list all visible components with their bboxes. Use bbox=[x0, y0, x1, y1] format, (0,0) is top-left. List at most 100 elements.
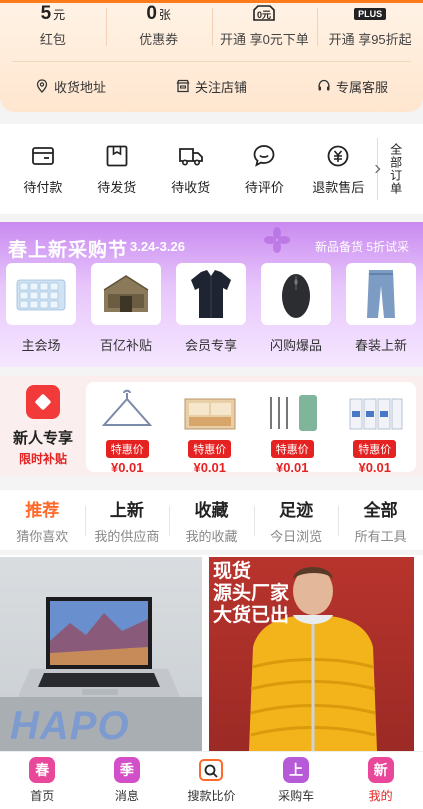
order-status-bar: 待付款 待发货 待收货 待评价 退款售后 全部订单 bbox=[0, 124, 423, 214]
zero-yuan-label: 开通 享0元下单 bbox=[219, 32, 309, 47]
headset-icon bbox=[318, 79, 330, 91]
deal-tag: 特惠价 bbox=[353, 440, 397, 458]
tab-all-tools[interactable]: 全部 所有工具 bbox=[338, 490, 423, 550]
tab-subtitle: 我的收藏 bbox=[185, 528, 238, 544]
product-thumbnail bbox=[175, 388, 245, 438]
promo-item-label: 春装上新 bbox=[354, 338, 407, 353]
location-icon bbox=[36, 79, 48, 93]
order-refund-aftersales[interactable]: 退款售后 bbox=[301, 124, 375, 214]
customer-service-label: 专属客服 bbox=[335, 79, 388, 95]
comment-icon bbox=[253, 144, 275, 167]
tab-title: 全部 bbox=[363, 500, 398, 520]
tab-subtitle: 我的供应商 bbox=[94, 528, 160, 544]
nav-home[interactable]: 春 首页 bbox=[0, 752, 85, 809]
promo-item-label: 百亿补贴 bbox=[99, 338, 152, 353]
promo-item-member[interactable]: 会员专享 bbox=[176, 263, 246, 354]
divider bbox=[12, 61, 411, 62]
flower-icon bbox=[264, 227, 290, 253]
nav-profile[interactable]: 新 我的 bbox=[338, 752, 423, 809]
home-icon: 春 bbox=[29, 757, 56, 783]
nav-messages[interactable]: 季 消息 bbox=[85, 752, 170, 809]
tab-new-arrivals[interactable]: 上新 我的供应商 bbox=[84, 490, 170, 550]
tab-subtitle: 今日浏览 bbox=[270, 528, 323, 544]
deal-tag: 特惠价 bbox=[188, 440, 232, 458]
new-user-title: 新人专享 bbox=[12, 430, 73, 447]
new-user-deals: 特惠价 ¥0.01 特惠价 ¥0.01 特惠价 ¥0.01 特惠价 ¥0.01 bbox=[86, 382, 416, 475]
all-orders-label: 全部订单 bbox=[388, 143, 403, 195]
deal-price: ¥0.01 bbox=[110, 460, 144, 475]
promo-item-subsidy[interactable]: 百亿补贴 bbox=[91, 263, 161, 354]
nav-cart[interactable]: 上 采购车 bbox=[254, 752, 339, 809]
promo-item-flash-sale[interactable]: 闪购爆品 bbox=[261, 263, 331, 354]
zero-yuan-badge-icon: 0元 bbox=[250, 3, 278, 25]
coupons-unit: 张 bbox=[158, 8, 171, 22]
deal-item[interactable]: 特惠价 ¥0.01 bbox=[91, 388, 163, 475]
order-pending-payment-label: 待付款 bbox=[23, 179, 63, 195]
product-thumbnail bbox=[91, 263, 161, 325]
stat-zero-yuan-order[interactable]: 0元 开通 享0元下单 bbox=[211, 0, 318, 56]
truck-icon bbox=[178, 147, 203, 165]
store-icon bbox=[176, 79, 190, 93]
address-link[interactable]: 收货地址 bbox=[0, 68, 141, 104]
nav-label: 消息 bbox=[114, 789, 139, 803]
jacket-overlay-text: 现货 源头厂家 大货已出 bbox=[213, 561, 289, 627]
product-thumbnail bbox=[340, 388, 410, 438]
tab-title: 推荐 bbox=[25, 500, 60, 520]
nav-label: 搜款比价 bbox=[187, 789, 236, 803]
product-thumbnail bbox=[176, 263, 246, 325]
plus-label: 开通 享95折起 bbox=[328, 32, 412, 47]
profile-icon: 新 bbox=[367, 757, 394, 783]
wallet-icon bbox=[32, 146, 54, 165]
tab-subtitle: 猜你喜欢 bbox=[16, 528, 69, 544]
product-card-laptop[interactable]: HAPO bbox=[0, 557, 202, 751]
all-orders-link[interactable]: 全部订单 bbox=[371, 124, 417, 214]
promo-item-main-venue[interactable]: 主会场 bbox=[6, 263, 76, 354]
spring-promo-banner[interactable]: 春上新采购节 3.24-3.26 新品备货 5折试采 主会场 百亿补贴 会员专享… bbox=[0, 222, 423, 367]
camera-search-icon bbox=[198, 757, 224, 783]
deal-tag: 特惠价 bbox=[270, 440, 314, 458]
tab-history[interactable]: 足迹 今日浏览 bbox=[253, 490, 339, 550]
promo-subtitle: 新品备货 5折试采 bbox=[314, 240, 409, 254]
order-pending-receipt[interactable]: 待收货 bbox=[154, 124, 228, 214]
stat-coupons[interactable]: 0张 优惠券 bbox=[105, 0, 212, 56]
overlay-line: 大货已出 bbox=[213, 605, 290, 626]
order-pending-shipment-label: 待发货 bbox=[97, 179, 137, 195]
watermark-logo: HAPO bbox=[10, 704, 130, 748]
order-pending-shipment[interactable]: 待发货 bbox=[80, 124, 154, 214]
customer-service-link[interactable]: 专属客服 bbox=[282, 68, 423, 104]
order-pending-payment[interactable]: 待付款 bbox=[6, 124, 80, 214]
deal-price: ¥0.01 bbox=[193, 460, 227, 475]
promo-date: 3.24-3.26 bbox=[130, 239, 185, 254]
promo-items: 主会场 百亿补贴 会员专享 闪购爆品 春装上新 bbox=[6, 263, 416, 354]
order-pending-review-label: 待评价 bbox=[244, 179, 284, 195]
stat-red-packet[interactable]: 5元 红包 bbox=[0, 0, 106, 56]
followed-stores-link[interactable]: 关注店铺 bbox=[141, 68, 282, 104]
tab-recommend[interactable]: 推荐 猜你喜欢 bbox=[0, 490, 85, 550]
product-thumbnail bbox=[257, 388, 327, 438]
deal-item[interactable]: 特惠价 ¥0.01 bbox=[256, 388, 328, 475]
tab-favorites[interactable]: 收藏 我的收藏 bbox=[169, 490, 254, 550]
deal-item[interactable]: 特惠价 ¥0.01 bbox=[174, 388, 246, 475]
address-link-label: 收货地址 bbox=[53, 79, 106, 95]
bottom-navigation: 春 首页 季 消息 搜款比价 上 采购车 新 我的 bbox=[0, 751, 423, 809]
promo-item-label: 主会场 bbox=[21, 338, 61, 353]
stat-plus-membership[interactable]: PLUS 开通 享95折起 bbox=[317, 0, 423, 56]
order-pending-receipt-label: 待收货 bbox=[171, 179, 211, 195]
nav-search-compare[interactable]: 搜款比价 bbox=[169, 752, 254, 809]
quick-links: 收货地址 关注店铺 专属客服 bbox=[0, 68, 423, 104]
order-pending-review[interactable]: 待评价 bbox=[227, 124, 301, 214]
followed-stores-label: 关注店铺 bbox=[194, 79, 247, 95]
deal-item[interactable]: 特惠价 ¥0.01 bbox=[339, 388, 411, 475]
package-icon bbox=[106, 145, 128, 166]
new-user-intro: 新人专享 限时补贴 bbox=[0, 376, 86, 476]
promo-item-spring-wear[interactable]: 春装上新 bbox=[346, 263, 416, 354]
product-thumbnail bbox=[6, 263, 76, 325]
new-user-section[interactable]: 新人专享 限时补贴 特惠价 ¥0.01 特惠价 ¥0.01 特惠价 ¥0.01 … bbox=[0, 376, 423, 476]
product-card-jacket[interactable]: 现货 源头厂家 大货已出 bbox=[209, 557, 414, 751]
deal-price: ¥0.01 bbox=[358, 460, 392, 475]
nav-label: 我的 bbox=[368, 789, 393, 803]
tab-title: 收藏 bbox=[194, 500, 229, 520]
tab-subtitle: 所有工具 bbox=[354, 528, 407, 544]
nav-label: 采购车 bbox=[278, 789, 315, 803]
messages-icon: 季 bbox=[113, 757, 140, 783]
